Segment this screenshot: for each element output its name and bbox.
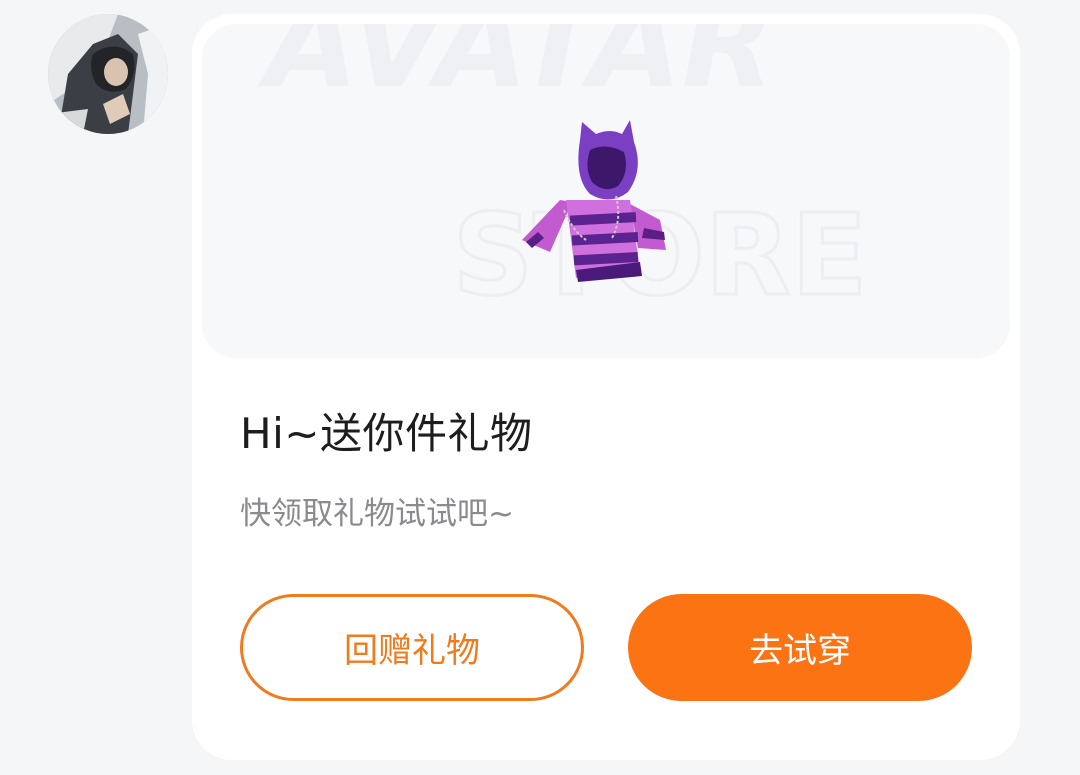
- gift-message-card: AVATAR STORE Hi~送你件礼物 快领取礼物试试吧~ 回赠礼物 去试穿: [192, 14, 1020, 760]
- sender-avatar[interactable]: [48, 14, 168, 134]
- gift-title: Hi~送你件礼物: [240, 409, 533, 458]
- gift-back-button[interactable]: 回赠礼物: [240, 594, 584, 701]
- gift-subtitle: 快领取礼物试试吧~: [240, 496, 514, 532]
- svg-text:AVATAR: AVATAR: [258, 24, 775, 115]
- try-on-button[interactable]: 去试穿: [628, 594, 972, 701]
- hoodie-product-icon: [522, 120, 666, 282]
- gift-banner: AVATAR STORE: [202, 24, 1010, 358]
- avatar-photo: [48, 14, 168, 134]
- gift-back-button-label: 回赠礼物: [344, 631, 480, 671]
- try-on-button-label: 去试穿: [749, 631, 851, 671]
